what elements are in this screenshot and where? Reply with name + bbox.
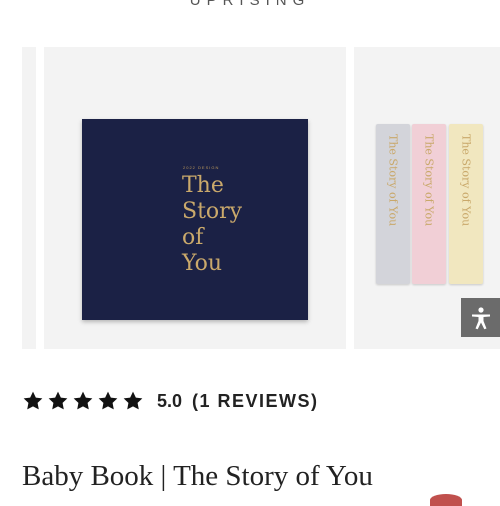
accessibility-button[interactable] <box>461 298 500 337</box>
accessibility-person-icon <box>471 306 490 329</box>
product-title: Baby Book | The Story of You <box>22 460 373 492</box>
star-icon <box>98 391 118 410</box>
book-spine-pink: The Story of You <box>412 124 446 284</box>
star-icon <box>123 391 143 410</box>
book-cover-image: 2022 DESIGN The Story of You <box>82 119 308 320</box>
book-title-line: Story <box>182 199 243 224</box>
product-rating[interactable]: 5.0 (1 REVIEWS) <box>22 388 319 414</box>
star-icon <box>48 391 68 410</box>
book-cover-tag: 2022 DESIGN <box>183 165 220 170</box>
book-title-line: The <box>182 173 224 198</box>
book-title-line: You <box>182 251 223 276</box>
spine-text: The Story of You <box>459 134 473 227</box>
carousel-slide-previous[interactable] <box>22 47 36 349</box>
book-spine-grey: The Story of You <box>376 124 410 284</box>
book-title-line: of <box>182 225 204 250</box>
partial-element <box>430 494 462 506</box>
star-icon <box>73 391 93 410</box>
spine-text: The Story of You <box>386 134 400 227</box>
book-spine-yellow: The Story of You <box>449 124 483 284</box>
spine-text: The Story of You <box>422 134 436 227</box>
rating-score: 5.0 <box>157 390 183 411</box>
book-cover-title: The Story of You <box>182 173 242 277</box>
star-icon <box>23 391 43 410</box>
brand-logo[interactable]: UPRISING <box>0 0 500 10</box>
review-count-link[interactable]: (1 REVIEWS) <box>192 391 319 412</box>
